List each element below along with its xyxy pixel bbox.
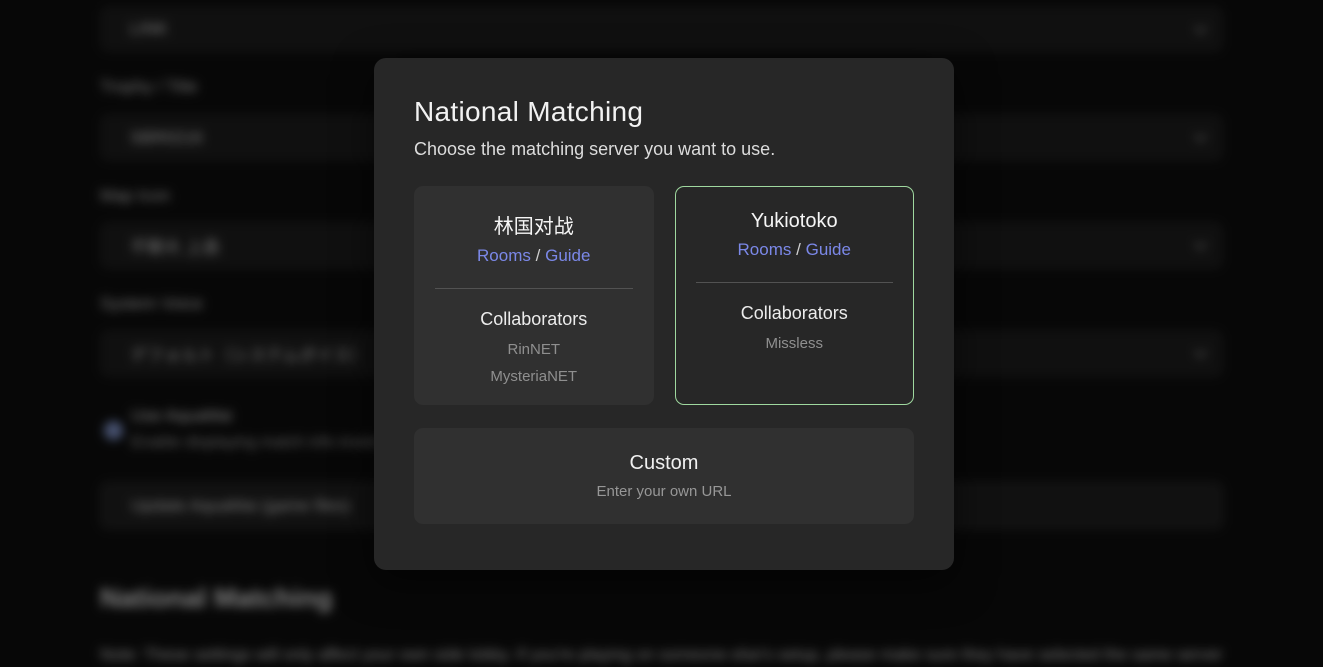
custom-card-title: Custom (630, 452, 699, 475)
rooms-link[interactable]: Rooms (738, 240, 792, 259)
national-matching-dialog: National Matching Choose the matching se… (374, 58, 954, 570)
card-divider (435, 288, 633, 289)
card-divider (696, 282, 894, 283)
collaborator-name: Missless (676, 330, 914, 357)
server-card-linguo[interactable]: 林国对战 Rooms / Guide Collaborators RinNET … (414, 186, 654, 405)
custom-card-subtitle: Enter your own URL (596, 483, 731, 500)
collaborators-label: Collaborators (676, 303, 914, 324)
collaborator-name: MysteriaNET (415, 363, 653, 390)
guide-link[interactable]: Guide (545, 246, 590, 265)
collaborators-list: RinNET MysteriaNET (415, 336, 653, 390)
server-links: Rooms / Guide (676, 240, 914, 260)
guide-link[interactable]: Guide (806, 240, 851, 259)
server-links: Rooms / Guide (415, 246, 653, 266)
server-card-custom[interactable]: Custom Enter your own URL (414, 428, 914, 524)
dialog-title: National Matching (414, 96, 914, 128)
link-separator: / (536, 246, 541, 265)
collaborators-label: Collaborators (415, 309, 653, 330)
server-name: Yukiotoko (676, 210, 914, 233)
collaborator-name: RinNET (415, 336, 653, 363)
server-card-yukiotoko[interactable]: Yukiotoko Rooms / Guide Collaborators Mi… (675, 186, 915, 405)
dialog-subtitle: Choose the matching server you want to u… (414, 139, 914, 160)
server-options: 林国对战 Rooms / Guide Collaborators RinNET … (414, 186, 914, 405)
link-separator: / (796, 240, 801, 259)
screen: LINK Trophy / Title SBR0216 Map Icon 不聊大… (0, 0, 1323, 667)
server-name: 林国对战 (415, 210, 653, 239)
rooms-link[interactable]: Rooms (477, 246, 531, 265)
collaborators-list: Missless (676, 330, 914, 357)
